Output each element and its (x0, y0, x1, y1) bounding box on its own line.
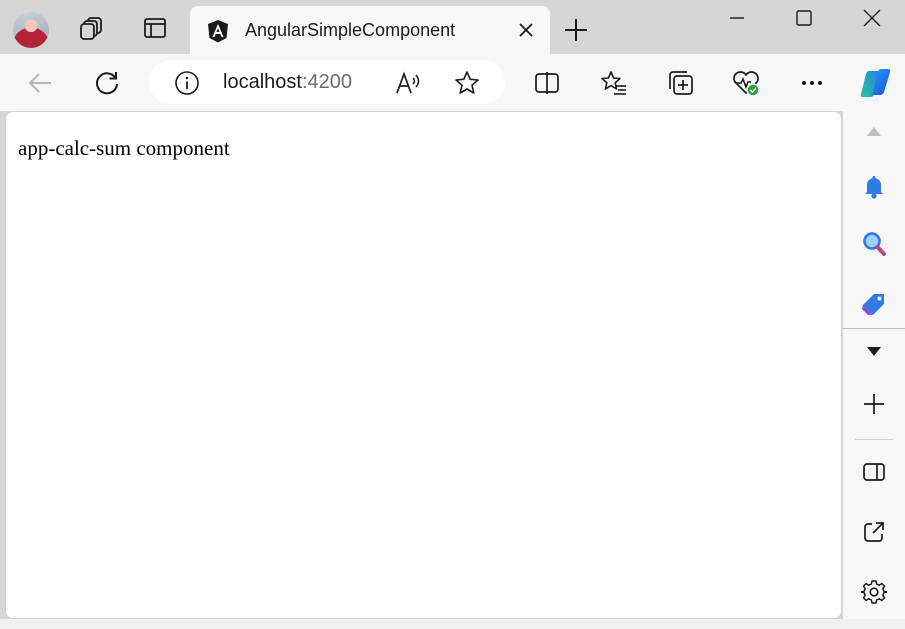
settings-gear-icon[interactable] (859, 577, 889, 607)
add-icon[interactable] (859, 389, 889, 419)
expand-down-icon[interactable] (859, 336, 889, 366)
site-info-icon[interactable] (174, 70, 200, 96)
angular-icon (206, 19, 230, 43)
title-bar: AngularSimpleComponent (0, 0, 905, 54)
notifications-bell-icon[interactable] (859, 172, 889, 202)
tab-actions-icon[interactable] (141, 14, 169, 42)
favorite-star-icon[interactable] (454, 70, 480, 96)
url-port: :4200 (301, 71, 352, 93)
bottom-edge (0, 619, 905, 629)
close-window-icon[interactable] (839, 0, 905, 36)
maximize-icon[interactable] (771, 0, 837, 36)
favorites-icon[interactable] (599, 68, 629, 98)
profile-avatar[interactable] (13, 12, 49, 48)
address-bar[interactable]: localhost:4200 (149, 60, 505, 104)
back-icon[interactable] (25, 68, 55, 98)
shopping-tag-icon[interactable] (859, 289, 889, 319)
read-aloud-icon[interactable] (395, 70, 421, 96)
url-host: localhost (223, 71, 302, 93)
search-icon[interactable] (859, 229, 889, 259)
sidebar-divider (843, 328, 905, 329)
close-tab-icon[interactable] (516, 20, 536, 40)
sidebar-divider-short (855, 439, 893, 440)
workspaces-icon[interactable] (78, 14, 106, 42)
open-external-icon[interactable] (859, 517, 889, 547)
page-viewport[interactable]: app-calc-sum component (5, 111, 842, 619)
tab-title: AngularSimpleComponent (245, 20, 456, 40)
refresh-icon[interactable] (92, 68, 122, 98)
edge-sidebar (843, 111, 905, 629)
minimize-icon[interactable] (704, 0, 770, 36)
collections-icon[interactable] (666, 68, 696, 98)
more-icon[interactable] (797, 68, 827, 98)
scroll-up-icon[interactable] (859, 117, 889, 147)
app-calc-sum-text: app-calc-sum component (18, 136, 230, 160)
hide-sidebar-icon[interactable] (859, 457, 889, 487)
active-tab[interactable]: AngularSimpleComponent (190, 6, 550, 54)
split-screen-icon[interactable] (532, 68, 562, 98)
url-text[interactable]: localhost:4200 (223, 71, 352, 94)
new-tab-icon[interactable] (562, 16, 590, 44)
browser-essentials-icon[interactable] (731, 68, 761, 98)
browser-toolbar: localhost:4200 (0, 54, 905, 111)
copilot-icon[interactable] (857, 65, 893, 101)
